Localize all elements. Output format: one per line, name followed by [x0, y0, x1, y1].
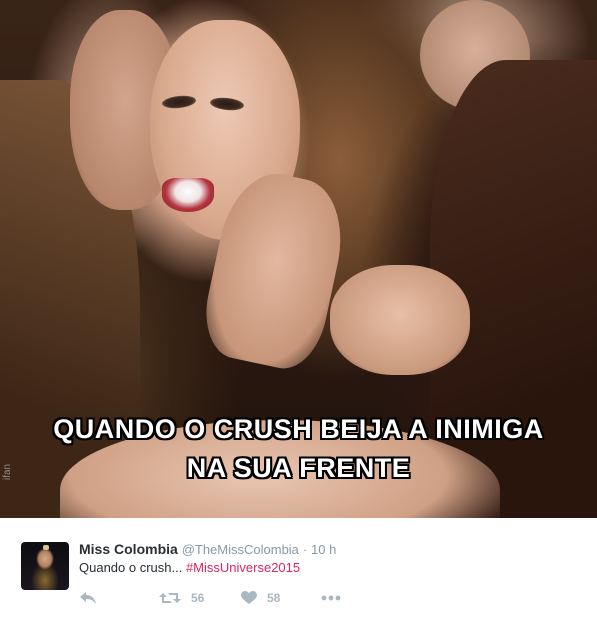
photo-watermark: ifan: [2, 463, 13, 480]
retweet-button[interactable]: 56: [159, 591, 241, 605]
tweet-card: QUANDO O CRUSH BEIJA A INIMIGA NA SUA FR…: [0, 0, 597, 623]
meme-photo[interactable]: QUANDO O CRUSH BEIJA A INIMIGA NA SUA FR…: [0, 0, 597, 518]
author-name[interactable]: Miss Colombia: [79, 541, 178, 557]
retweet-count: 56: [191, 591, 205, 605]
author-handle[interactable]: @TheMissColombia: [182, 542, 299, 557]
heart-icon: [241, 591, 257, 605]
tweet: Miss Colombia @TheMissColombia · 10 h Qu…: [0, 518, 597, 623]
tweet-actions: 56 58: [79, 588, 341, 608]
avatar-crown: [43, 545, 49, 550]
tweet-header: Miss Colombia @TheMissColombia · 10 h: [79, 541, 336, 557]
like-count: 58: [267, 591, 281, 605]
tweet-body: Quando o crush...: [79, 560, 186, 575]
more-dots-icon: [321, 595, 341, 601]
like-button[interactable]: 58: [241, 591, 321, 605]
reply-icon: [79, 591, 97, 605]
more-button[interactable]: [321, 595, 341, 601]
photo-hand-right: [330, 265, 470, 375]
tweet-timestamp[interactable]: 10 h: [311, 542, 336, 557]
meme-caption-line2: NA SUA FRENTE: [186, 453, 411, 483]
hashtag-link[interactable]: #MissUniverse2015: [186, 560, 300, 575]
reply-button[interactable]: [79, 591, 149, 605]
header-separator: ·: [302, 542, 308, 557]
meme-caption-line1: QUANDO O CRUSH BEIJA A INIMIGA: [53, 414, 544, 444]
retweet-icon: [159, 591, 181, 605]
tweet-text: Quando o crush... #MissUniverse2015: [79, 560, 300, 575]
photo-mouth: [162, 178, 214, 212]
